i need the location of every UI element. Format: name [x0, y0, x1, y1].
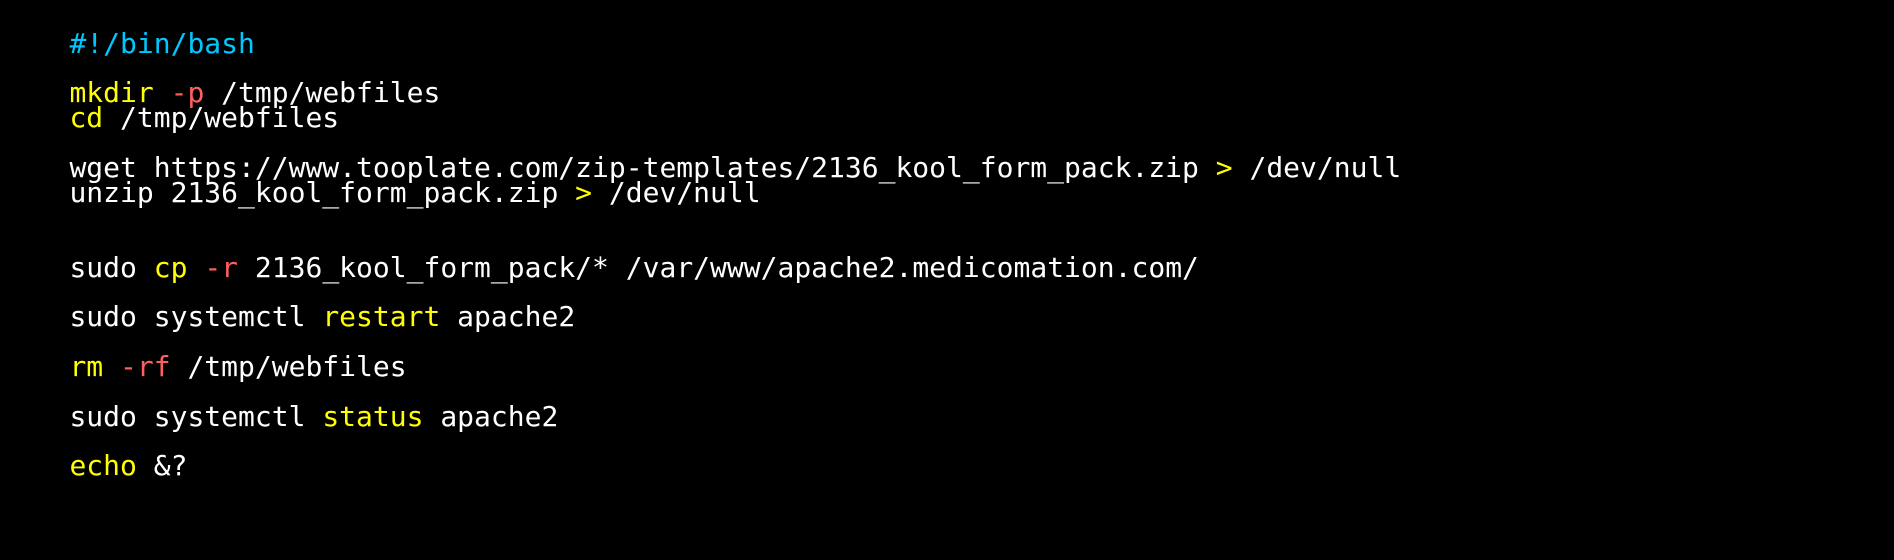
code-line-10: echo &?	[2, 421, 187, 481]
code-token: /dev/null	[1232, 151, 1402, 184]
code-token: echo	[69, 449, 137, 482]
code-token: unzip 2136_kool_form_pack.zip	[69, 176, 576, 209]
code-token: >	[575, 176, 593, 209]
code-editor[interactable]: #!/bin/bash mkdir -p /tmp/webfiles cd /t…	[0, 0, 1894, 560]
code-line-7: sudo systemctl restart apache2	[2, 272, 575, 332]
code-token: apache2	[440, 300, 576, 333]
code-token: status	[322, 400, 424, 433]
code-token: apache2	[423, 400, 559, 433]
code-token: /dev/null	[592, 176, 761, 209]
code-line-5: unzip 2136_kool_form_pack.zip > /dev/nul…	[2, 148, 760, 208]
code-line-8: rm -rf /tmp/webfiles	[2, 322, 406, 382]
code-token: >	[1215, 151, 1233, 184]
code-line-3: cd /tmp/webfiles	[2, 73, 339, 133]
code-token: &?	[136, 449, 188, 482]
code-line-1: #!/bin/bash	[2, 0, 254, 59]
code-line-6: sudo cp -r 2136_kool_form_pack/* /var/ww…	[2, 223, 1198, 283]
code-line-9: sudo systemctl status apache2	[2, 372, 558, 432]
